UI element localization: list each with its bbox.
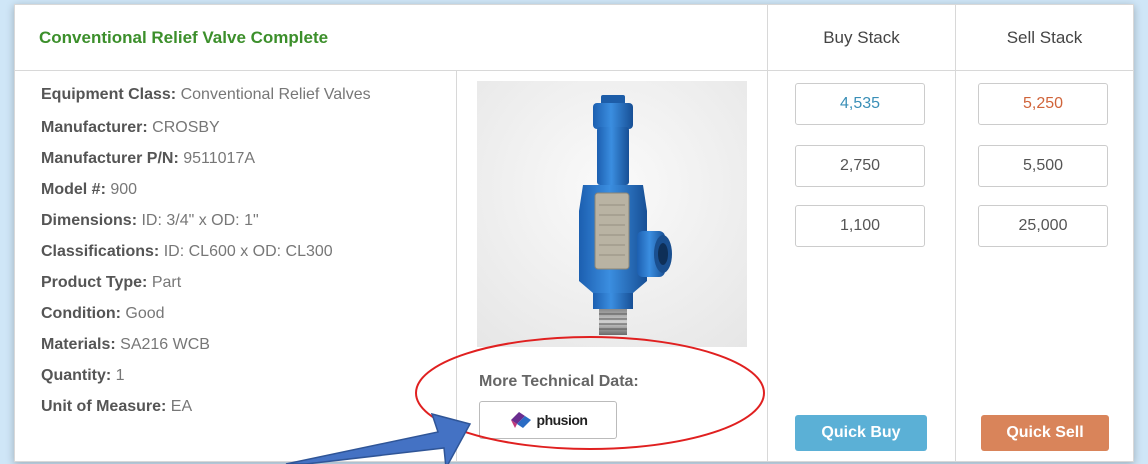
column-divider [955,71,956,461]
spec-model: Model #: 900 [41,181,138,198]
phusion-logo-icon [510,412,531,428]
spec-dimensions: Dimensions: ID: 3/4" x OD: 1" [41,212,259,229]
sell-quantity-2[interactable]: 5,500 [978,145,1108,187]
quick-buy-button[interactable]: Quick Buy [795,415,927,451]
buy-quantity-3[interactable]: 1,100 [795,205,925,247]
product-card: Conventional Relief Valve Complete Buy S… [14,4,1134,462]
spec-product-type: Product Type: Part [41,274,182,291]
buy-quantity-2[interactable]: 2,750 [795,145,925,187]
buy-quantity-1[interactable]: 4,535 [795,83,925,125]
sell-quantity-3[interactable]: 25,000 [978,205,1108,247]
spec-unit-of-measure: Unit of Measure: EA [41,398,193,415]
spec-manufacturer: Manufacturer: CROSBY [41,119,220,136]
spec-equipment-class: Equipment Class: Conventional Relief Val… [41,86,371,103]
spec-materials: Materials: SA216 WCB [41,336,210,353]
buy-stack-header: Buy Stack [767,5,955,71]
spec-condition: Condition: Good [41,305,165,322]
spec-list: Equipment Class: Conventional Relief Val… [41,83,441,418]
spec-manufacturer-pn: Manufacturer P/N: 9511017A [41,150,256,167]
spec-quantity: Quantity: 1 [41,367,125,384]
sell-stack-header: Sell Stack [955,5,1133,71]
product-title: Conventional Relief Valve Complete [15,5,767,71]
quick-sell-button[interactable]: Quick Sell [981,415,1109,451]
phusion-label: phusion [536,412,588,428]
sell-quantity-1[interactable]: 5,250 [978,83,1108,125]
valve-image[interactable] [477,81,747,347]
column-divider [456,71,457,461]
column-divider [767,71,768,461]
phusion-link-button[interactable]: phusion [479,401,617,439]
relief-valve-illustration [579,95,672,335]
spec-classifications: Classifications: ID: CL600 x OD: CL300 [41,243,333,260]
more-technical-data-label: More Technical Data: [479,373,639,390]
